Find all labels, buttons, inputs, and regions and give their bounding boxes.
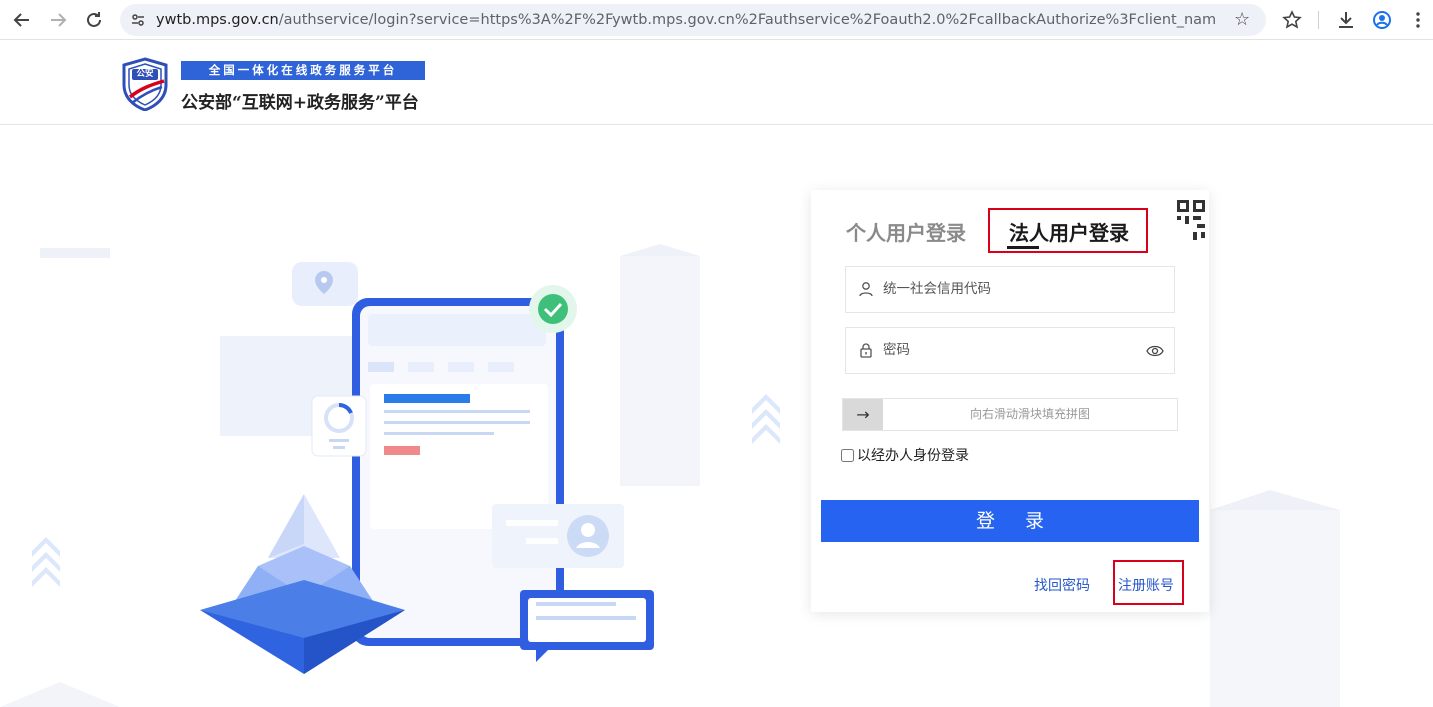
credit-code-field[interactable]: 统一社会信用代码 [845, 266, 1175, 313]
menu-kebab-icon[interactable] [1406, 8, 1430, 32]
agent-login-checkbox[interactable] [841, 448, 854, 462]
slider-handle[interactable]: → [843, 399, 883, 430]
site-settings-icon[interactable] [130, 12, 146, 28]
police-shield-logo-icon[interactable]: 公安 [120, 57, 170, 112]
forward-icon[interactable] [46, 8, 70, 32]
login-illustration [0, 126, 790, 707]
back-icon[interactable] [10, 8, 34, 32]
annotation-box-register [1113, 560, 1184, 605]
slider-hint: 向右滑动滑块填充拼图 [969, 407, 1090, 421]
logo-tagline: 全国一体化在线政务服务平台 [181, 61, 425, 80]
bookmark-star-icon[interactable]: ☆ [1234, 10, 1254, 30]
tab-personal-login[interactable]: 个人用户登录 [846, 217, 966, 246]
lock-icon [858, 342, 874, 358]
agent-login-label: 以经办人身份登录 [857, 448, 969, 464]
address-bar[interactable]: ywtb.mps.gov.cn/authservice/login?servic… [120, 4, 1266, 36]
login-button[interactable]: 登 录 [821, 500, 1199, 542]
url-path: /authservice/login?service=https%3A%2F%2… [278, 12, 1216, 28]
reload-icon[interactable] [82, 8, 106, 32]
user-icon [858, 281, 874, 297]
password-field[interactable]: 密码 [845, 327, 1175, 374]
url-text[interactable]: ywtb.mps.gov.cn/authservice/login?servic… [156, 4, 1216, 36]
slider-captcha[interactable]: → 向右滑动滑块填充拼图 [842, 398, 1178, 431]
profile-icon[interactable] [1370, 8, 1394, 32]
forgot-password-link[interactable]: 找回密码 [1034, 575, 1090, 595]
site-title[interactable]: 公安部“互联网+政务服务”平台 [181, 88, 419, 113]
annotation-box-corporate-tab [988, 208, 1148, 253]
show-password-eye-icon[interactable] [1146, 343, 1164, 357]
site-header: 公安 全国一体化在线政务服务平台 公安部“互联网+政务服务”平台 [0, 41, 1433, 125]
credit-code-placeholder: 统一社会信用代码 [883, 281, 991, 297]
download-icon[interactable] [1334, 8, 1358, 32]
login-card: 个人用户登录 法人用户登录 统一社会信用代码 密码 → 向右滑动滑块填充拼图 以… [811, 190, 1209, 612]
agent-login-option[interactable]: 以经办人身份登录 [841, 446, 969, 464]
extensions-star-icon[interactable] [1280, 8, 1304, 32]
logo-badge-text: 公安 [136, 69, 154, 79]
url-host: ywtb.mps.gov.cn [156, 12, 279, 28]
password-placeholder: 密码 [883, 342, 910, 358]
toolbar-divider [1318, 11, 1319, 29]
qr-code-login-icon[interactable] [1141, 190, 1209, 258]
browser-toolbar: ywtb.mps.gov.cn/authservice/login?servic… [0, 0, 1433, 40]
decor-block [1210, 490, 1340, 707]
